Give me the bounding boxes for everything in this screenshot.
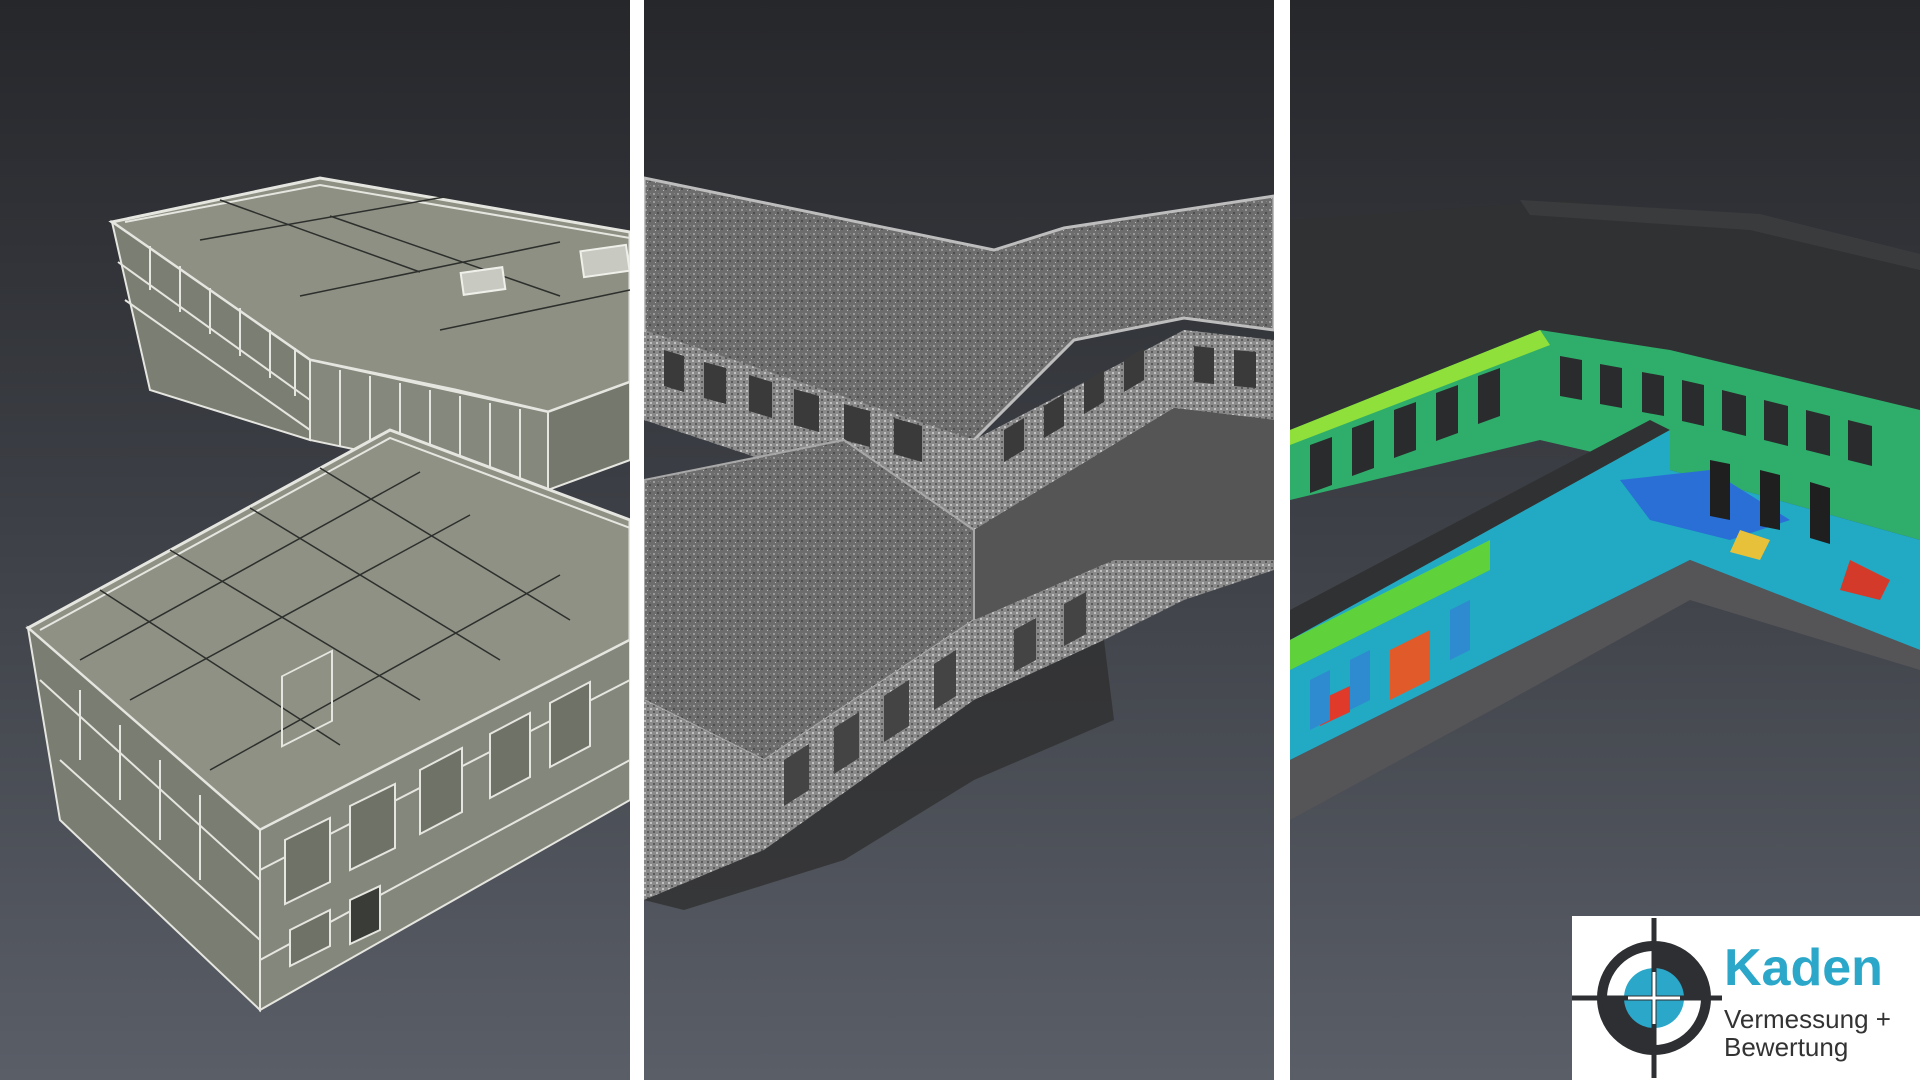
cad-building-model [25, 176, 630, 1013]
roof-hatch [579, 243, 630, 279]
cad-model-panel [0, 0, 630, 1080]
brand-tagline-line2: Bewertung [1724, 1032, 1849, 1062]
brand-name: Kaden [1724, 939, 1883, 997]
point-cloud-panel [644, 0, 1274, 1080]
point-cloud-building [644, 176, 1274, 910]
panel-divider [1274, 0, 1290, 1080]
crosshair-target-icon [1572, 918, 1722, 1078]
panel-divider [630, 0, 644, 1080]
company-logo: Kaden Vermessung + Bewertung [1572, 916, 1920, 1080]
roof-hatch [459, 266, 507, 296]
brand-tagline-line1: Vermessung + [1724, 1004, 1891, 1034]
